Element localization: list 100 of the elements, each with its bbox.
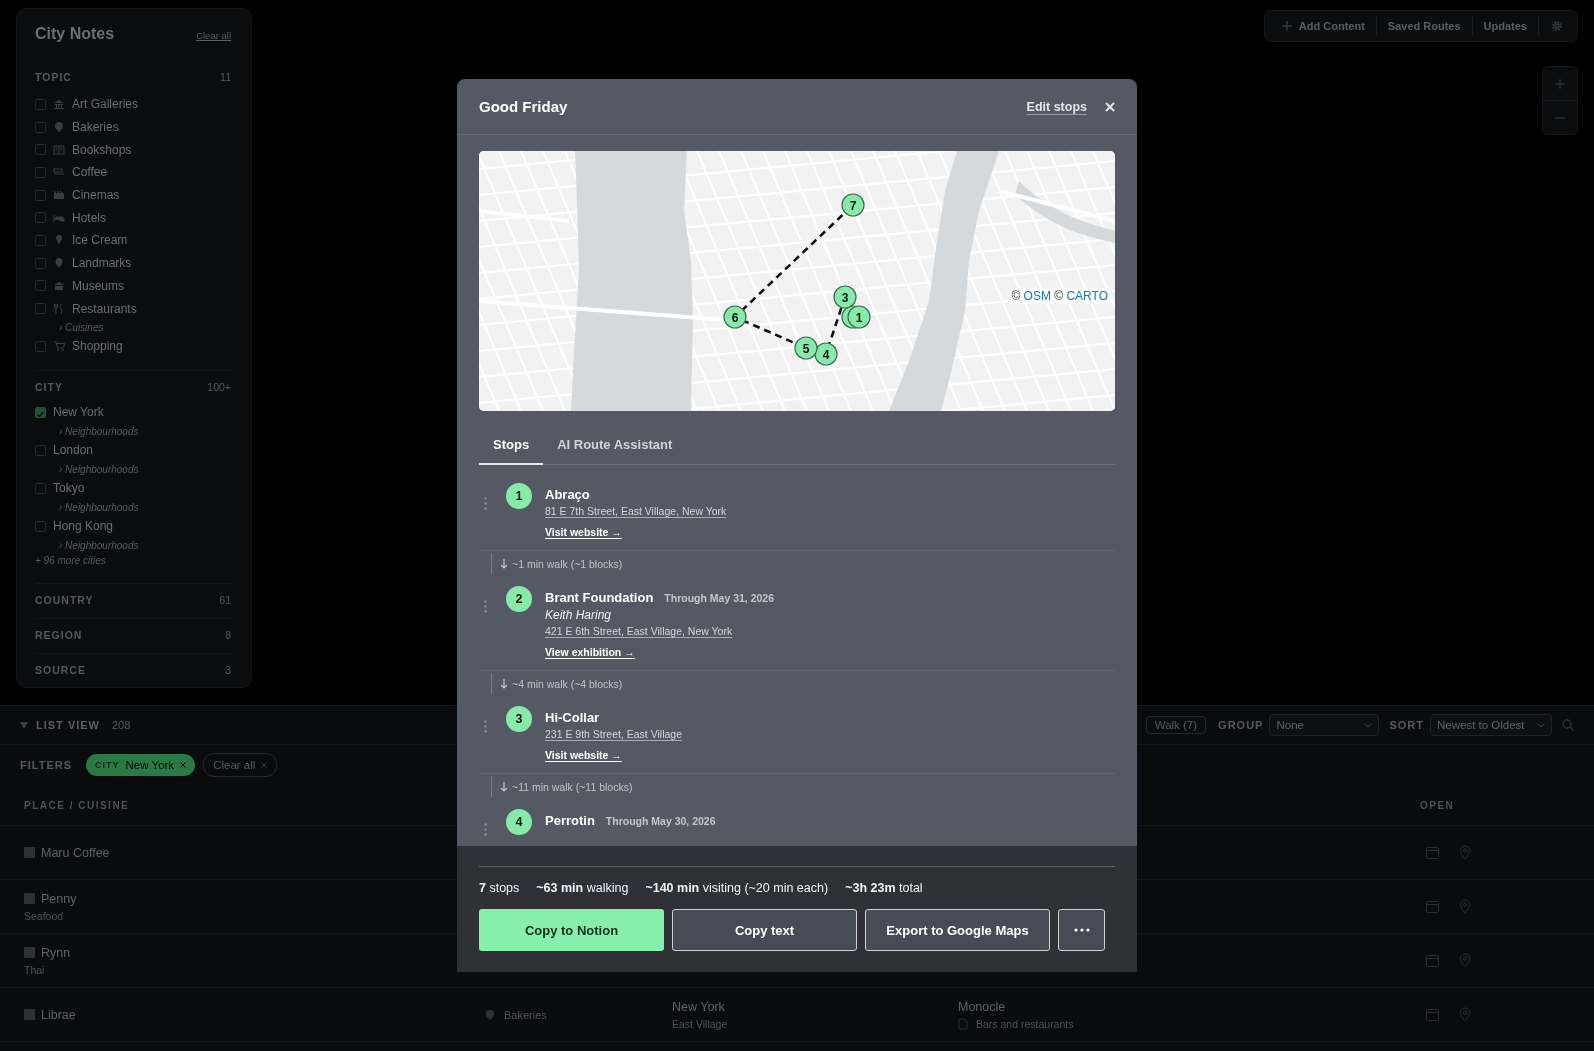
group-select[interactable]: None xyxy=(1269,714,1380,736)
filter-label[interactable]: Cinemas xyxy=(72,188,120,203)
place-name[interactable]: Penny xyxy=(41,891,77,906)
address-link[interactable]: 231 E 9th Street, East Village xyxy=(545,728,682,740)
checkbox[interactable] xyxy=(35,212,46,224)
address-link[interactable]: 81 E 7th Street, East Village, New York xyxy=(545,505,727,517)
stop-name: Abraço xyxy=(545,487,590,502)
toolbar-button[interactable]: Saved Routes xyxy=(1375,16,1472,36)
filter-chip[interactable]: CITY New York xyxy=(86,754,196,776)
more-icon xyxy=(1073,928,1090,932)
section-heading[interactable]: SOURCE xyxy=(35,663,86,676)
filter-label[interactable]: Restaurants xyxy=(72,301,137,316)
plan-walk-button[interactable]: Walk (7) xyxy=(1145,716,1207,734)
filter-label[interactable]: Art Galleries xyxy=(72,97,139,112)
expand-link[interactable]: › Neighbourhoods xyxy=(35,459,231,479)
place-name[interactable]: Rynn xyxy=(41,945,71,960)
checkbox[interactable] xyxy=(35,257,46,269)
route-summary-stat: ~140 min visiting (~20 min each) xyxy=(645,881,829,895)
sort-select[interactable]: Newest to Oldest xyxy=(1430,714,1552,736)
close-icon xyxy=(1105,101,1115,112)
action-button[interactable]: Copy text xyxy=(672,909,857,951)
filter-label[interactable]: Coffee xyxy=(72,165,108,180)
drag-handle-icon xyxy=(484,720,487,733)
checkbox[interactable] xyxy=(35,303,46,315)
arrow-down-icon xyxy=(500,558,508,569)
row-checkbox[interactable] xyxy=(24,893,35,904)
map-marker[interactable]: 7 xyxy=(841,193,865,217)
clear-filters-chip[interactable]: Clear all xyxy=(203,753,278,777)
filter-label[interactable]: New York xyxy=(53,405,104,420)
cart-icon xyxy=(53,340,65,353)
pin-icon xyxy=(53,257,65,270)
drag-handle-icon xyxy=(484,497,487,510)
section-heading[interactable]: CITY xyxy=(35,380,63,393)
filter-label[interactable]: Ice Cream xyxy=(72,233,128,248)
clear-all-link[interactable]: Clear all xyxy=(196,30,231,41)
filter-label[interactable]: Hong Kong xyxy=(53,519,114,534)
more-button[interactable] xyxy=(1058,909,1105,951)
walk-duration: ~11 min walk (~11 blocks) xyxy=(512,780,633,793)
more-cities-link[interactable]: + 96 more cities xyxy=(35,554,231,571)
row-checkbox[interactable] xyxy=(24,947,35,958)
filter-label[interactable]: Bakeries xyxy=(72,120,119,135)
checkbox[interactable] xyxy=(35,280,46,292)
checkbox[interactable] xyxy=(35,189,46,201)
attribution-link[interactable]: OSM xyxy=(1023,289,1051,303)
attribution-link[interactable]: CARTO xyxy=(1066,289,1108,303)
place-name[interactable]: Librae xyxy=(41,1007,76,1022)
list-view-toggle[interactable]: LIST VIEW xyxy=(36,719,100,731)
add-content-button[interactable]: Add Content xyxy=(1270,16,1376,36)
walk-duration: ~4 min walk (~4 blocks) xyxy=(512,677,623,690)
address-link[interactable]: 421 E 6th Street, East Village, New York xyxy=(545,625,733,637)
city-text: New York xyxy=(672,999,726,1014)
expand-link[interactable]: › Neighbourhoods xyxy=(35,497,231,517)
checkbox[interactable] xyxy=(35,444,46,456)
checkbox[interactable] xyxy=(35,482,46,494)
section-count: 8 xyxy=(225,628,231,641)
close-button[interactable] xyxy=(1105,101,1115,112)
stop-subtitle: Keith Haring xyxy=(545,608,613,622)
section-heading[interactable]: REGION xyxy=(35,628,83,641)
website-link[interactable]: Visit website → xyxy=(545,526,622,538)
pin-icon xyxy=(1459,845,1471,860)
website-link[interactable]: View exhibition → xyxy=(545,646,635,658)
filter-label[interactable]: Landmarks xyxy=(72,256,132,271)
book-icon xyxy=(53,143,65,156)
checkbox[interactable] xyxy=(35,121,46,133)
website-link[interactable]: Visit website → xyxy=(545,749,622,761)
filter-label[interactable]: Museums xyxy=(72,278,124,293)
source-section-text: Bars and restaurants xyxy=(976,1017,1074,1030)
tab[interactable]: AI Route Assistant xyxy=(543,425,687,465)
checkbox[interactable] xyxy=(35,144,46,156)
filter-label[interactable]: London xyxy=(53,443,94,458)
checkbox[interactable] xyxy=(35,234,46,246)
checkbox[interactable] xyxy=(35,520,46,532)
checkbox[interactable] xyxy=(35,98,46,110)
place-name[interactable]: Maru Coffee xyxy=(41,845,110,860)
checkbox[interactable] xyxy=(35,340,46,352)
row-checkbox[interactable] xyxy=(24,1009,35,1020)
filter-label[interactable]: Bookshops xyxy=(72,142,132,157)
bulb-icon xyxy=(484,1008,496,1021)
checkbox[interactable] xyxy=(35,166,46,178)
section-count: 11 xyxy=(220,71,231,83)
stop-name: Perrotin xyxy=(545,813,595,828)
expand-link[interactable]: › Cuisines xyxy=(35,319,231,335)
copy-button[interactable]: Copy to Notion xyxy=(479,909,664,951)
section-heading[interactable]: COUNTRY xyxy=(35,593,94,606)
filter-label[interactable]: Tokyo xyxy=(53,481,85,496)
expand-link[interactable]: › Neighbourhoods xyxy=(35,535,231,555)
map-marker[interactable]: 3 xyxy=(833,285,857,309)
expand-link[interactable]: › Neighbourhoods xyxy=(35,421,231,441)
toolbar-button[interactable]: Updates xyxy=(1471,16,1538,36)
action-button[interactable]: Export to Google Maps xyxy=(865,909,1050,951)
section-count: 3 xyxy=(225,663,231,676)
checkbox[interactable] xyxy=(35,406,46,418)
row-checkbox[interactable] xyxy=(24,847,35,858)
tab[interactable]: Stops xyxy=(479,425,544,465)
map-marker[interactable]: 6 xyxy=(723,305,747,329)
section-heading[interactable]: TOPIC xyxy=(35,71,72,83)
map-marker[interactable]: 5 xyxy=(794,336,818,360)
filter-label[interactable]: Hotels xyxy=(72,210,106,225)
filter-label[interactable]: Shopping xyxy=(72,339,123,354)
edit-stops-link[interactable]: Edit stops xyxy=(1026,99,1087,114)
